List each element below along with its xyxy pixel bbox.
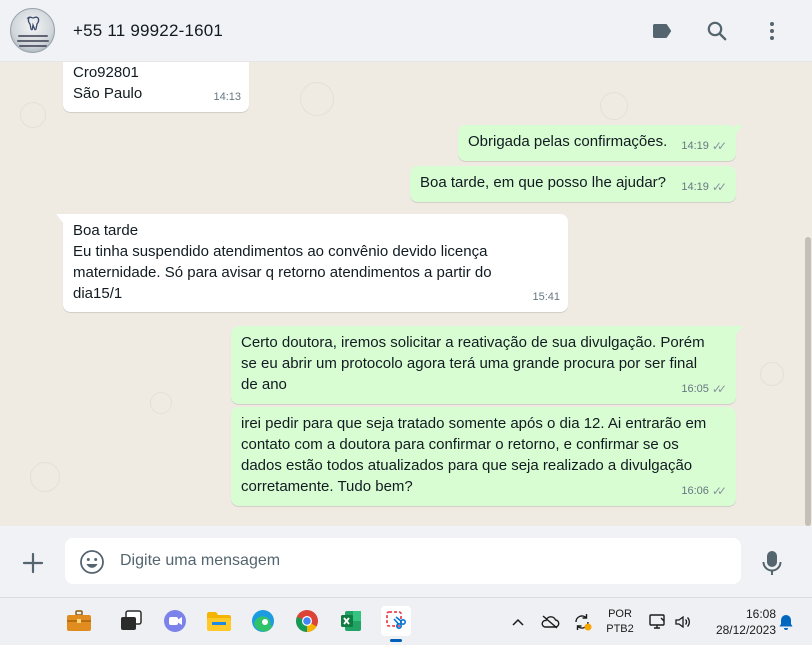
message-incoming[interactable]: Boa tarde Eu tinha suspendido atendiment… (56, 214, 568, 312)
volume-icon[interactable] (672, 598, 694, 645)
wallpaper-doodle (760, 362, 784, 386)
clock-date: 28/12/2023 (715, 623, 776, 637)
edge-browser-icon[interactable] (248, 606, 278, 636)
excel-icon[interactable] (336, 606, 366, 636)
message-meta: 14:19 ✓✓ (681, 136, 728, 157)
menu-kebab-icon[interactable] (757, 16, 787, 46)
chat-scrollbar[interactable] (805, 237, 811, 526)
chrome-browser-icon[interactable] (292, 606, 322, 636)
message-time: 15:41 (532, 291, 560, 303)
attach-plus-icon[interactable] (18, 548, 48, 578)
windows-taskbar: POR PTB2 16:08 28/12/2023 (0, 597, 812, 645)
language-code: POR (608, 608, 632, 620)
message-text: Boa tarde, em que posso lhe ajudar? (420, 174, 666, 191)
wallpaper-doodle (300, 82, 334, 116)
message-time: 14:19 (681, 140, 709, 152)
emoji-icon[interactable] (79, 549, 105, 575)
task-view-icon[interactable] (116, 606, 146, 636)
message-meta: 16:06 ✓✓ (681, 481, 728, 502)
message-time: 16:06 (681, 485, 709, 497)
message-time: 14:13 (213, 91, 241, 103)
message-outgoing[interactable]: irei pedir para que seja tratado somente… (231, 407, 736, 506)
message-input-placeholder: Digite uma mensagem (120, 552, 281, 569)
message-meta: 14:13 (213, 87, 241, 108)
network-display-icon[interactable] (647, 598, 669, 645)
message-incoming[interactable]: Cro92801 São Paulo 14:13 (63, 62, 249, 112)
message-input[interactable]: Digite uma mensagem (65, 538, 741, 584)
briefcase-app-icon[interactable] (64, 606, 94, 636)
logo-text-line (18, 35, 48, 37)
keyboard-layout: PTB2 (606, 623, 634, 635)
logo-text-line (17, 40, 49, 42)
label-icon[interactable] (647, 16, 677, 46)
wallpaper-doodle (600, 92, 628, 120)
logo-text-line (19, 45, 47, 47)
message-time: 14:19 (681, 181, 709, 193)
message-text: Certo doutora, iremos solicitar a reativ… (241, 334, 705, 393)
notification-bell-icon[interactable] (776, 598, 796, 645)
read-ticks-icon: ✓✓ (711, 484, 727, 498)
file-explorer-icon[interactable] (204, 606, 234, 636)
read-ticks-icon: ✓✓ (711, 382, 727, 396)
message-meta: 16:05 ✓✓ (681, 379, 728, 400)
message-meta: 14:19 ✓✓ (681, 177, 728, 198)
read-ticks-icon: ✓✓ (711, 180, 727, 194)
message-text: Boa tarde Eu tinha suspendido atendiment… (73, 222, 492, 302)
tooth-logo-icon (25, 15, 41, 31)
message-outgoing[interactable]: Certo doutora, iremos solicitar a reativ… (231, 326, 743, 404)
input-language-indicator[interactable]: POR PTB2 (600, 598, 640, 645)
contact-avatar[interactable] (10, 8, 55, 53)
message-outgoing[interactable]: Obrigada pelas confirmações. 14:19 ✓✓ (458, 125, 743, 161)
message-time: 16:05 (681, 383, 709, 395)
wallpaper-doodle (20, 102, 46, 128)
clock-time: 16:08 (745, 607, 776, 621)
message-outgoing[interactable]: Boa tarde, em que posso lhe ajudar? 14:1… (410, 166, 736, 202)
sync-warning-icon[interactable] (570, 598, 594, 645)
message-meta: 15:41 (532, 287, 560, 308)
chat-header: +55 11 99922-1601 (0, 0, 812, 62)
read-ticks-icon: ✓✓ (711, 139, 727, 153)
snipping-tool-icon[interactable] (381, 606, 411, 642)
system-clock[interactable]: 16:08 28/12/2023 (700, 598, 776, 645)
search-icon[interactable] (702, 16, 732, 46)
teams-icon[interactable] (160, 606, 190, 636)
chat-pane[interactable]: Cro92801 São Paulo 14:13 Obrigada pelas … (0, 62, 812, 526)
wallpaper-doodle (150, 392, 172, 414)
wallpaper-doodle (30, 462, 60, 492)
microphone-icon[interactable] (760, 548, 784, 578)
onedrive-offline-icon[interactable] (538, 598, 562, 645)
contact-name[interactable]: +55 11 99922-1601 (73, 21, 223, 41)
tray-chevron-up-icon[interactable] (508, 598, 528, 645)
message-text: irei pedir para que seja tratado somente… (241, 415, 707, 495)
composer-bar: Digite uma mensagem (0, 526, 812, 597)
